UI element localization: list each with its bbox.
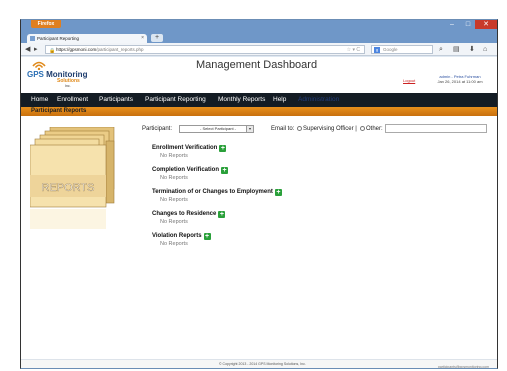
menu-item-home[interactable]: Home — [31, 93, 48, 107]
main-menu: Home Enrollment Participants Participant… — [21, 93, 497, 107]
report-section: Termination of or Changes to Employment +… — [152, 189, 282, 203]
signal-logo-icon — [32, 61, 46, 70]
minimize-icon[interactable]: – — [445, 20, 459, 29]
site-header: GPS Monitoring Solutions Inc. Management… — [21, 57, 497, 93]
tab-participant-reporting[interactable]: Participant Reporting × — [27, 34, 147, 43]
home-icon[interactable]: ⌂ — [483, 45, 487, 54]
report-section: Changes to Residence + No Reports — [152, 211, 226, 225]
report-section: Completion Verification + No Reports — [152, 167, 229, 181]
add-icon[interactable]: + — [203, 233, 211, 240]
add-icon[interactable]: + — [219, 145, 227, 152]
search-placeholder: Google — [383, 47, 398, 52]
section-title: Participant Reports — [31, 108, 87, 114]
search-icon[interactable]: ⌕ — [439, 45, 443, 54]
close-window-icon[interactable]: ✕ — [475, 20, 497, 29]
section-empty-text: No Reports — [160, 241, 188, 247]
reports-folders-image: REPORTS — [30, 127, 115, 229]
navigation-bar: ◀ ▸ 🔒 https://gpsmoni.com/participant_re… — [21, 43, 497, 56]
google-icon: g — [374, 47, 380, 53]
search-box[interactable]: g Google — [371, 45, 433, 54]
firefox-menu-button[interactable]: Firefox — [31, 20, 61, 28]
participant-select[interactable]: - Select Participant - ▾ — [179, 125, 254, 133]
other-email-input[interactable] — [385, 124, 487, 133]
tab-title: Participant Reporting — [37, 36, 80, 41]
title-bar: Firefox – □ ✕ — [21, 20, 497, 33]
browser-window: Firefox – □ ✕ Participant Reporting × + … — [20, 19, 498, 369]
chevron-down-icon[interactable]: ▾ — [246, 126, 253, 132]
menu-item-enrollment[interactable]: Enrollment — [57, 93, 88, 107]
section-title-enrollment: Enrollment Verification + — [152, 145, 227, 152]
page-content: GPS Monitoring Solutions Inc. Management… — [21, 57, 497, 368]
back-icon[interactable]: ◀ — [25, 45, 30, 54]
section-empty-text: No Reports — [160, 219, 188, 225]
address-bar[interactable]: 🔒 https://gpsmoni.com/participant_report… — [45, 45, 365, 54]
report-section: Violation Reports + No Reports — [152, 233, 211, 247]
add-icon[interactable]: + — [218, 211, 226, 218]
section-empty-text: No Reports — [160, 197, 188, 203]
menu-item-help[interactable]: Help — [273, 93, 286, 107]
menu-item-participant-reporting[interactable]: Participant Reporting — [145, 93, 206, 107]
page-favicon-icon — [30, 36, 35, 41]
report-section: Enrollment Verification + No Reports — [152, 145, 227, 159]
user-info: admin - Petra Fuhrman Jan 26, 2014 at 11… — [425, 74, 495, 84]
page-footer: © Copyright 2013 - 2014 GPS Monitoring S… — [21, 359, 497, 368]
footer-email[interactable]: participants@gpsmonitoring.com — [438, 365, 489, 368]
section-empty-text: No Reports — [160, 153, 188, 159]
supervising-officer-option[interactable]: Supervising Officer | — [297, 126, 357, 132]
download-icon[interactable]: ⬇ — [469, 45, 475, 54]
add-icon[interactable]: + — [274, 189, 282, 196]
tab-bar: Participant Reporting × + — [21, 33, 497, 43]
page-title: Management Dashboard — [196, 59, 318, 71]
tab-close-icon[interactable]: × — [141, 34, 144, 43]
new-tab-button[interactable]: + — [151, 34, 163, 42]
url-path: /participant_reports.php — [96, 47, 144, 52]
add-icon[interactable]: + — [221, 167, 229, 174]
bookmarks-icon[interactable]: ▤ — [453, 45, 460, 54]
menu-item-participants[interactable]: Participants — [99, 93, 133, 107]
other-option[interactable]: Other: — [360, 126, 383, 132]
email-to-label: Email to: — [271, 126, 295, 132]
logo-inc: Inc. — [65, 84, 71, 88]
section-header: Participant Reports — [21, 107, 497, 116]
section-empty-text: No Reports — [160, 175, 188, 181]
logout-link[interactable]: Logout — [403, 78, 415, 83]
reload-icon[interactable]: ☆ ▾ C — [347, 46, 360, 54]
section-title-violation: Violation Reports + — [152, 233, 211, 240]
section-title-completion: Completion Verification + — [152, 167, 229, 174]
url-host: https://gpsmoni.com — [56, 47, 97, 52]
menu-item-administration[interactable]: Administration — [298, 93, 339, 107]
home-page-icon[interactable]: ▸ — [34, 45, 38, 54]
reports-art-label: REPORTS — [42, 182, 95, 194]
supervising-officer-radio[interactable] — [297, 126, 302, 131]
participant-select-value: - Select Participant - — [200, 126, 237, 131]
login-date: Jan 26, 2014 at 11:00 am — [437, 79, 483, 84]
maximize-icon[interactable]: □ — [461, 20, 475, 29]
other-radio[interactable] — [360, 126, 365, 131]
section-title-residence: Changes to Residence + — [152, 211, 226, 218]
participant-label: Participant: — [142, 126, 173, 132]
menu-item-monthly-reports[interactable]: Monthly Reports — [218, 93, 265, 107]
copyright-text: © Copyright 2013 - 2014 GPS Monitoring S… — [219, 362, 306, 366]
section-title-employment: Termination of or Changes to Employment + — [152, 189, 282, 196]
lock-icon: 🔒 — [49, 48, 56, 54]
